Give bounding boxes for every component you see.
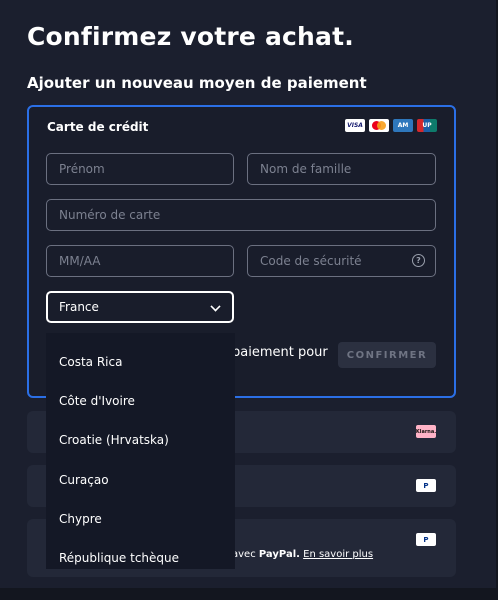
card-logos: VISA AM UP: [345, 119, 437, 132]
last-name-field[interactable]: Nom de famille: [247, 153, 436, 185]
country-option[interactable]: Curaçao: [46, 460, 235, 499]
card-number-field[interactable]: Numéro de carte: [46, 199, 436, 231]
country-option[interactable]: Chypre: [46, 499, 235, 538]
visa-icon: VISA: [345, 119, 365, 132]
save-payment-text: paiement pour: [232, 345, 328, 360]
first-name-field[interactable]: Prénom: [46, 153, 234, 185]
first-name-placeholder: Prénom: [59, 162, 105, 176]
chevron-down-icon: [210, 301, 221, 312]
paypal-icon: P: [416, 479, 436, 492]
learn-more-link[interactable]: En savoir plus: [303, 549, 373, 560]
bottom-bar: [0, 588, 498, 600]
amex-icon: AM: [393, 119, 413, 132]
help-icon[interactable]: ?: [412, 254, 425, 267]
confirm-button[interactable]: CONFIRMER: [338, 342, 436, 368]
paypal-description: avec PayPal. En savoir plus: [232, 549, 373, 560]
expiry-placeholder: MM/AA: [59, 254, 101, 268]
unionpay-icon: UP: [417, 119, 437, 132]
card-number-placeholder: Numéro de carte: [59, 208, 161, 222]
country-option[interactable]: Côte d'Ivoire: [46, 381, 235, 420]
security-code-placeholder: Code de sécurité: [260, 254, 362, 268]
paypal-text-prefix: avec: [232, 549, 259, 560]
country-value: France: [59, 300, 99, 314]
country-option[interactable]: Croatie (Hrvatska): [46, 421, 235, 460]
security-code-field[interactable]: Code de sécurité ?: [247, 245, 436, 277]
expiry-field[interactable]: MM/AA: [46, 245, 234, 277]
paypal-brand-text: PayPal.: [258, 549, 300, 560]
credit-card-title: Carte de crédit: [47, 120, 149, 134]
klarna-icon: Klarna.: [416, 425, 436, 438]
country-select[interactable]: France: [46, 291, 234, 323]
section-title: Ajouter un nouveau moyen de paiement: [27, 74, 367, 92]
page-title: Confirmez votre achat.: [27, 22, 354, 51]
paypal-icon: P: [416, 533, 436, 546]
last-name-placeholder: Nom de famille: [260, 162, 352, 176]
mastercard-icon: [369, 119, 389, 132]
country-option[interactable]: République tchèque: [46, 538, 235, 569]
country-option[interactable]: Costa Rica: [46, 342, 235, 381]
country-dropdown[interactable]: Costa Rica Côte d'Ivoire Croatie (Hrvats…: [46, 333, 235, 569]
